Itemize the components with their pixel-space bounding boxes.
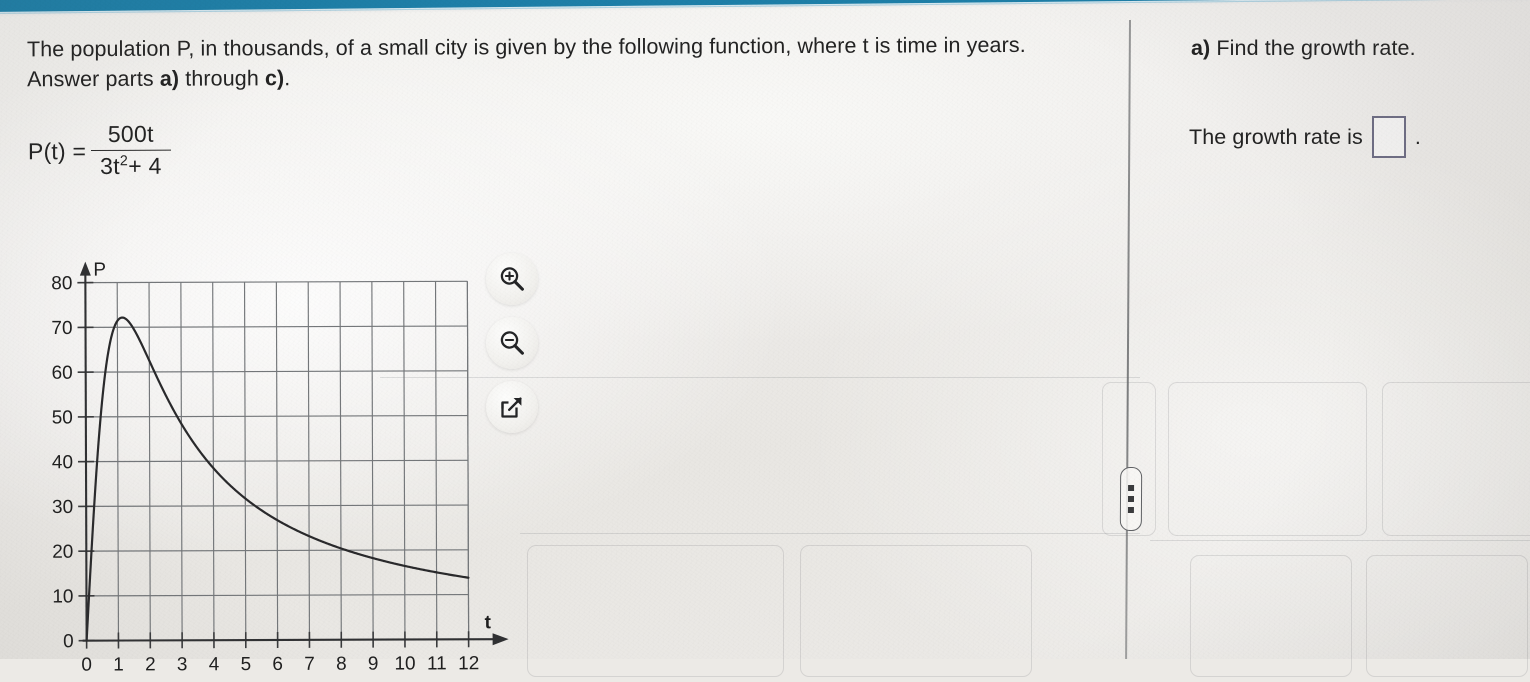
y-axis-tick-labels: 0 10 20 30 40 50 60 70 80 xyxy=(51,273,73,652)
denominator-exponent: 2 xyxy=(120,154,128,170)
x-axis-arrow xyxy=(493,633,509,645)
x-tick-label: 11 xyxy=(427,653,447,674)
growth-rate-answer-input[interactable] xyxy=(1372,116,1406,158)
denominator-base: 3t xyxy=(100,153,120,179)
handle-dot xyxy=(1128,507,1134,513)
x-axis-tick-labels: 0123456789101112 xyxy=(81,653,479,675)
y-tick-label: 20 xyxy=(52,542,73,563)
answer-line: The growth rate is . xyxy=(1189,116,1421,158)
x-tick-label: 1 xyxy=(113,655,124,676)
x-axis xyxy=(83,639,499,640)
x-tick-label: 0 xyxy=(81,655,92,676)
x-tick-label: 7 xyxy=(304,654,315,675)
y-tick-label: 60 xyxy=(52,363,73,384)
handle-dot xyxy=(1128,496,1134,502)
formula-left-hand-side: P(t) = xyxy=(28,138,86,165)
graph-container[interactable]: 01020304050607080 0123456789101112 P t xyxy=(17,243,519,682)
x-axis-label: t xyxy=(485,612,492,633)
fraction-numerator: 500t xyxy=(99,122,163,150)
problem-pane: The population P, in thousands, of a sma… xyxy=(0,22,1128,659)
y-axis xyxy=(85,271,86,641)
y-tick-label: 0 xyxy=(63,631,74,652)
problem-statement: The population P, in thousands, of a sma… xyxy=(27,30,1087,95)
x-tick-label: 10 xyxy=(394,653,415,674)
function-graph[interactable]: 01020304050607080 0123456789101112 P t xyxy=(17,243,519,682)
x-tick-label: 12 xyxy=(458,653,479,674)
statement-bold-c: c) xyxy=(265,66,284,90)
answer-period: . xyxy=(1415,125,1421,150)
fraction-denominator: 3t2+ 4 xyxy=(91,151,171,180)
x-tick-label: 8 xyxy=(336,654,347,675)
handle-dot xyxy=(1128,485,1134,491)
magnifier-minus-icon xyxy=(497,328,527,358)
fraction: 500t 3t2+ 4 xyxy=(91,122,171,180)
part-a-label: a) xyxy=(1191,36,1210,60)
statement-text-3: . xyxy=(284,66,290,90)
open-in-new-window-icon xyxy=(497,392,527,422)
y-tick-label: 50 xyxy=(52,407,73,428)
y-tick-label: 30 xyxy=(52,497,73,518)
statement-text-2: through xyxy=(179,66,265,90)
graph-zoom-out-button[interactable] xyxy=(486,317,538,369)
x-tick-label: 4 xyxy=(209,654,220,675)
statement-bold-a: a) xyxy=(160,67,179,91)
x-tick-label: 6 xyxy=(272,654,283,675)
graph-zoom-in-button[interactable] xyxy=(486,253,538,305)
grid-lines xyxy=(85,281,468,640)
part-a-text: Find the growth rate. xyxy=(1210,36,1415,60)
y-tick-label: 80 xyxy=(51,273,72,294)
part-a-question: a) Find the growth rate. xyxy=(1191,36,1416,61)
x-tick-label: 5 xyxy=(241,654,252,675)
y-axis-arrow xyxy=(80,262,91,276)
denominator-tail: + 4 xyxy=(128,153,162,179)
graph-expand-button[interactable] xyxy=(486,381,538,433)
x-tick-label: 3 xyxy=(177,654,188,675)
y-tick-label: 40 xyxy=(52,452,73,473)
x-tick-label: 2 xyxy=(145,654,156,675)
answer-pane: a) Find the growth rate. The growth rate… xyxy=(1136,22,1530,659)
function-formula: P(t) = 500t 3t2+ 4 xyxy=(28,122,171,181)
answer-prompt-text: The growth rate is xyxy=(1189,125,1363,150)
y-axis-label: P xyxy=(93,260,106,281)
magnifier-plus-icon xyxy=(497,264,527,294)
y-tick-label: 70 xyxy=(51,318,72,339)
y-tick-label: 10 xyxy=(52,586,73,607)
x-tick-label: 9 xyxy=(368,654,379,675)
